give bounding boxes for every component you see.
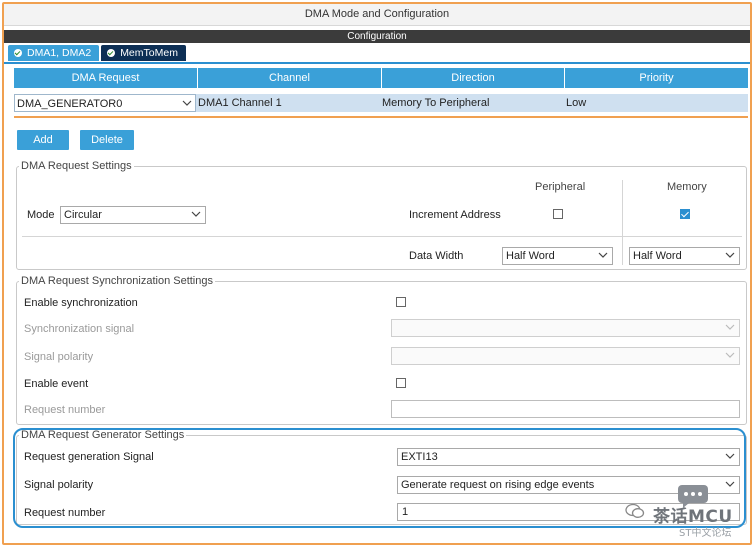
mode-select[interactable]: Circular — [60, 206, 206, 224]
enable-sync-label: Enable synchronization — [24, 297, 138, 309]
mode-value: Circular — [64, 209, 102, 221]
data-width-peripheral-value: Half Word — [506, 250, 555, 262]
watermark: 茶话MCU ST中文论坛 — [615, 484, 749, 542]
tab-memtomem[interactable]: MemToMem — [101, 45, 186, 61]
chevron-down-icon — [725, 249, 735, 261]
column-divider — [622, 180, 623, 265]
tab-underline — [4, 62, 750, 64]
increment-peripheral-checkbox[interactable] — [553, 209, 563, 219]
sync-polarity-label: Signal polarity — [24, 351, 94, 363]
gen-polarity-value: Generate request on rising edge events — [401, 479, 595, 491]
chevron-down-icon — [725, 349, 735, 361]
tab-label: MemToMem — [120, 47, 178, 59]
tab-dma1-dma2[interactable]: DMA1, DMA2 — [8, 45, 100, 61]
watermark-sub: ST中文论坛 — [679, 528, 732, 539]
group-legend: DMA Request Synchronization Settings — [21, 275, 213, 287]
enable-event-checkbox[interactable] — [396, 378, 406, 388]
sync-polarity-select[interactable] — [391, 347, 740, 365]
dma-request-table: DMA Request Channel Direction Priority D… — [14, 68, 748, 118]
tab-bar: DMA1, DMA2 MemToMem — [8, 45, 186, 61]
increment-address-label: Increment Address — [409, 209, 501, 221]
gen-signal-label: Request generation Signal — [24, 451, 154, 463]
delete-button[interactable]: Delete — [80, 130, 134, 150]
sync-signal-select[interactable] — [391, 319, 740, 337]
dma-request-value: DMA_GENERATOR0 — [17, 98, 123, 110]
memory-column-label: Memory — [667, 181, 707, 193]
direction-cell: Memory To Peripheral — [382, 97, 490, 109]
sync-request-number-label: Request number — [24, 404, 106, 416]
configuration-header: Configuration — [4, 30, 750, 43]
data-width-peripheral-select[interactable]: Half Word — [502, 247, 613, 265]
enable-sync-checkbox[interactable] — [396, 297, 406, 307]
sync-request-number-input[interactable] — [391, 400, 740, 418]
gen-signal-select[interactable]: EXTI13 — [397, 448, 740, 466]
column-header-priority[interactable]: Priority — [565, 68, 748, 88]
check-ok-icon — [14, 49, 22, 57]
tab-label: DMA1, DMA2 — [27, 47, 92, 59]
peripheral-column-label: Peripheral — [535, 181, 586, 193]
add-button[interactable]: Add — [17, 130, 69, 150]
data-width-memory-select[interactable]: Half Word — [629, 247, 740, 265]
row-divider — [22, 236, 742, 237]
column-header-direction[interactable]: Direction — [382, 68, 565, 88]
enable-event-label: Enable event — [24, 378, 89, 390]
gen-request-number-label: Request number — [24, 507, 106, 519]
wechat-logo-icon — [625, 503, 645, 518]
chevron-down-icon — [725, 450, 735, 462]
window-title: DMA Mode and Configuration — [4, 4, 750, 26]
dma-request-select[interactable]: DMA_GENERATOR0 — [14, 94, 196, 112]
mode-label: Mode — [27, 209, 55, 221]
gen-request-number-value: 1 — [402, 506, 409, 518]
channel-cell: DMA1 Channel 1 — [198, 97, 282, 109]
gen-polarity-label: Signal polarity — [24, 479, 94, 491]
chevron-down-icon — [725, 321, 735, 333]
data-width-memory-value: Half Word — [633, 250, 682, 262]
gen-signal-value: EXTI13 — [401, 451, 438, 463]
table-header: DMA Request Channel Direction Priority — [14, 68, 748, 88]
sync-signal-label: Synchronization signal — [24, 323, 135, 335]
chevron-down-icon — [598, 249, 608, 261]
data-width-label: Data Width — [409, 250, 464, 262]
column-header-channel[interactable]: Channel — [198, 68, 382, 88]
chevron-down-icon — [182, 97, 192, 109]
priority-cell: Low — [566, 97, 587, 109]
group-legend: DMA Request Settings — [21, 160, 132, 172]
table-row[interactable]: DMA_GENERATOR0 DMA1 Channel 1 Memory To … — [14, 94, 748, 112]
column-header-request[interactable]: DMA Request — [14, 68, 198, 88]
check-ok-icon — [107, 49, 116, 57]
increment-memory-checkbox[interactable] — [680, 209, 690, 219]
chevron-down-icon — [191, 208, 201, 220]
